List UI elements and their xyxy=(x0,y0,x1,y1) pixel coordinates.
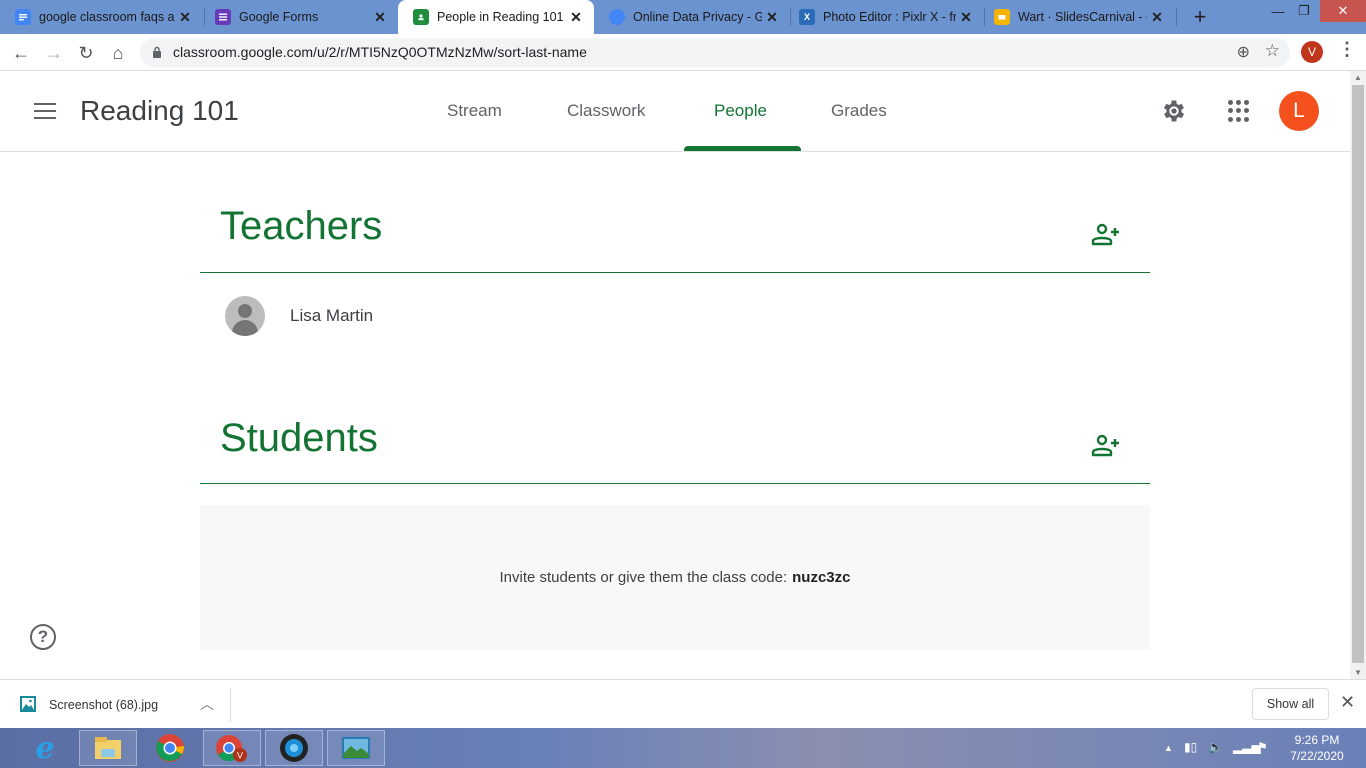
windows-taskbar: e V ▲ ▮▯ 🔈 ▂▃▅ ⚑ 9:26 PM 7/22/2020 xyxy=(0,728,1366,768)
tab-title: Online Data Privacy - Go xyxy=(633,10,762,24)
students-heading: Students xyxy=(220,416,378,460)
media-app-icon[interactable] xyxy=(265,730,323,766)
internet-explorer-icon[interactable]: e xyxy=(16,730,74,766)
scrollbar-thumb[interactable] xyxy=(1352,85,1364,663)
main-menu-icon[interactable] xyxy=(34,103,56,119)
scroll-down-arrow[interactable]: ▼ xyxy=(1350,668,1366,677)
tab-title: Google Forms xyxy=(239,10,319,24)
students-divider xyxy=(200,483,1150,484)
teachers-divider xyxy=(200,272,1150,273)
tab-title: People in Reading 101 xyxy=(437,10,564,24)
close-tab-icon[interactable]: ✕ xyxy=(566,9,586,26)
classroom-header: Reading 101 Stream Classwork People Grad… xyxy=(0,71,1350,152)
show-all-button[interactable]: Show all xyxy=(1252,688,1329,720)
tab-google-classroom-faqs[interactable]: google classroom faqs a ✕ xyxy=(0,0,203,34)
close-tab-icon[interactable]: ✕ xyxy=(175,9,195,26)
download-shelf: Screenshot (68).jpg ︿ Show all ✕ xyxy=(0,679,1366,728)
teachers-heading: Teachers xyxy=(220,204,383,248)
class-code: nuzc3zc xyxy=(792,569,851,586)
chrome-profile-v-icon[interactable]: V xyxy=(203,730,261,766)
tab-people[interactable]: People xyxy=(714,101,767,121)
tab-slidescarnival[interactable]: Wart · SlidesCarnival - G ✕ xyxy=(979,0,1175,34)
scroll-up-arrow[interactable]: ▲ xyxy=(1350,73,1366,82)
chrome-icon[interactable] xyxy=(141,730,199,766)
new-tab-button[interactable]: + xyxy=(1188,4,1212,30)
tab-google-forms[interactable]: Google Forms ✕ xyxy=(200,0,398,34)
browser-toolbar: ← → ↻ ⌂ classroom.google.com/u/2/r/MTI5N… xyxy=(0,34,1366,71)
restore-button[interactable]: ❐ xyxy=(1292,0,1316,22)
back-icon[interactable]: ← xyxy=(9,41,33,65)
close-tab-icon[interactable]: ✕ xyxy=(370,9,390,26)
browser-profile-avatar[interactable]: V xyxy=(1301,41,1323,63)
svg-text:V: V xyxy=(237,751,243,761)
address-bar[interactable]: classroom.google.com/u/2/r/MTI5NzQ0OTMzN… xyxy=(140,38,1290,67)
forward-icon[interactable]: → xyxy=(42,41,66,65)
battery-icon[interactable]: ▮▯ xyxy=(1184,740,1197,754)
system-clock[interactable]: 9:26 PM 7/22/2020 xyxy=(1285,732,1349,764)
tab-stream[interactable]: Stream xyxy=(447,101,502,121)
tab-pixlr[interactable]: X Photo Editor : Pixlr X - fr ✕ xyxy=(784,0,984,34)
reload-icon[interactable]: ↻ xyxy=(74,41,98,65)
invite-teachers-icon[interactable] xyxy=(1090,222,1120,246)
tab-classwork[interactable]: Classwork xyxy=(567,101,645,121)
browser-menu-icon[interactable]: ⋮ xyxy=(1338,39,1356,60)
tab-separator xyxy=(1176,8,1177,26)
photos-app-icon[interactable] xyxy=(327,730,385,766)
file-explorer-icon[interactable] xyxy=(79,730,137,766)
url-text[interactable]: classroom.google.com/u/2/r/MTI5NzQ0OTMzN… xyxy=(173,44,587,60)
image-file-icon xyxy=(20,696,36,712)
teacher-list-item[interactable]: Lisa Martin xyxy=(225,296,373,336)
teacher-name: Lisa Martin xyxy=(290,306,374,325)
zoom-icon[interactable]: ⊕ xyxy=(1237,42,1250,62)
tab-title: Photo Editor : Pixlr X - fr xyxy=(823,10,956,24)
home-icon[interactable]: ⌂ xyxy=(106,41,130,65)
close-shelf-icon[interactable]: ✕ xyxy=(1340,692,1355,713)
slides-icon xyxy=(994,9,1010,25)
show-hidden-icons[interactable]: ▲ xyxy=(1164,743,1173,753)
account-avatar[interactable]: L xyxy=(1279,91,1319,131)
lock-icon xyxy=(153,46,161,58)
tab-online-data-privacy[interactable]: Online Data Privacy - Go ✕ xyxy=(594,0,790,34)
bookmark-star-icon[interactable]: ☆ xyxy=(1265,41,1280,61)
volume-icon[interactable]: 🔈 xyxy=(1208,740,1223,754)
tab-people-in-reading-101[interactable]: People in Reading 101 ✕ xyxy=(398,0,594,34)
invite-text: Invite students or give them the class c… xyxy=(499,569,788,586)
tab-grades[interactable]: Grades xyxy=(831,101,887,121)
close-tab-icon[interactable]: ✕ xyxy=(762,9,782,26)
active-tab-indicator xyxy=(684,146,801,151)
invite-students-icon[interactable] xyxy=(1090,433,1120,457)
pixlr-icon: X xyxy=(799,9,815,25)
help-icon[interactable]: ? xyxy=(30,624,56,650)
tab-title: google classroom faqs a xyxy=(39,10,175,24)
close-tab-icon[interactable]: ✕ xyxy=(956,9,976,26)
invite-students-panel: Invite students or give them the class c… xyxy=(200,505,1150,650)
download-file-name[interactable]: Screenshot (68).jpg xyxy=(49,698,158,712)
clock-time: 9:26 PM xyxy=(1294,733,1340,747)
browser-tab-strip: google classroom faqs a ✕ Google Forms ✕… xyxy=(0,0,1366,34)
docs-icon xyxy=(15,9,31,25)
privacy-icon xyxy=(609,9,625,25)
tab-title: Wart · SlidesCarnival - G xyxy=(1018,10,1147,24)
window-close-button[interactable]: ✕ xyxy=(1320,0,1366,22)
minimize-button[interactable]: — xyxy=(1266,0,1290,22)
forms-icon xyxy=(215,9,231,25)
action-center-flag-icon[interactable]: ⚑ xyxy=(1257,740,1268,754)
google-apps-icon[interactable] xyxy=(1228,100,1250,122)
default-avatar-icon xyxy=(225,296,265,336)
settings-gear-icon[interactable] xyxy=(1160,97,1188,125)
classroom-icon xyxy=(413,9,429,25)
shelf-divider xyxy=(230,688,231,722)
chevron-up-icon[interactable]: ︿ xyxy=(200,694,214,714)
clock-date: 7/22/2020 xyxy=(1290,749,1344,763)
close-tab-icon[interactable]: ✕ xyxy=(1147,9,1167,26)
class-title[interactable]: Reading 101 xyxy=(80,95,239,127)
page-scrollbar[interactable]: ▲ ▼ xyxy=(1350,71,1366,679)
